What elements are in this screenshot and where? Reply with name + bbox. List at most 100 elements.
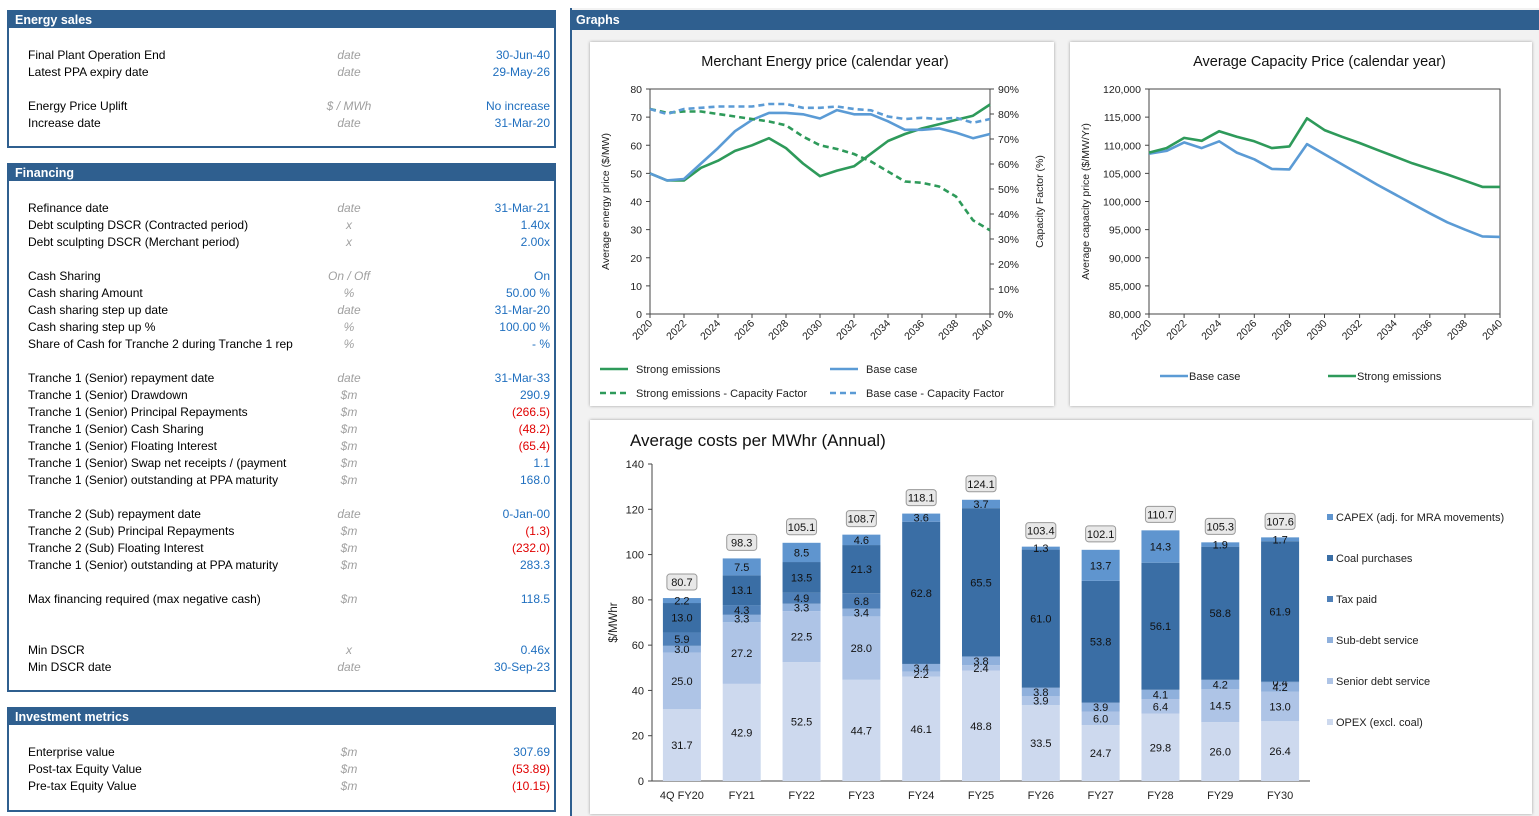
x-tick-label: 2024: [1199, 318, 1224, 343]
bar-data-label: 3.4: [854, 608, 869, 620]
row-value: (53.89): [511, 762, 550, 776]
y2-tick-label: 80%: [998, 109, 1019, 121]
chart-title: Average Capacity Price (calendar year): [1193, 54, 1446, 70]
x-tick-label: 2034: [868, 318, 893, 343]
y-tick-label: 140: [626, 459, 644, 471]
y-tick-label: 100,000: [1103, 197, 1141, 209]
x-tick-label: 2032: [1340, 318, 1365, 343]
data-row: Energy Price Uplift $ / MWh No increase: [9, 98, 554, 115]
row-value: 30-Jun-40: [495, 48, 550, 62]
chart-title: Merchant Energy price (calendar year): [701, 54, 948, 70]
legend-swatch: [1327, 637, 1333, 643]
row-unit: date: [337, 201, 361, 215]
energy-price-chart: Merchant Energy price (calendar year) 0 10…: [600, 54, 1046, 400]
data-row: Post-tax Equity Value $m (53.89): [9, 761, 554, 778]
y-tick-label: 20: [630, 253, 642, 265]
row-value: (48.2): [518, 422, 550, 436]
x-tick-label: FY23: [848, 790, 874, 802]
y-tick-label: 30: [630, 225, 642, 237]
row-value: 118.5: [520, 592, 550, 606]
x-tick-label: 2034: [1375, 318, 1400, 343]
bar-data-label: 27.2: [731, 648, 752, 660]
bar-data-label: 22.5: [791, 632, 812, 644]
x-tick-label: 2022: [1164, 318, 1189, 343]
series-line: [649, 103, 991, 182]
row-label: Increase date: [28, 116, 101, 130]
y-tick-label: 60: [632, 640, 644, 652]
x-tick-label: 2038: [936, 318, 961, 343]
bar-data-label: 14.3: [1150, 542, 1171, 554]
row-unit: x: [346, 643, 352, 657]
bar-data-label: 13.1: [731, 585, 752, 597]
y-tick-label: 120,000: [1103, 84, 1141, 96]
plot-area: [1148, 88, 1501, 315]
bar-data-label: 13.7: [1090, 560, 1111, 572]
y-tick-label: 110,000: [1104, 140, 1141, 152]
x-tick-label: 2032: [834, 318, 859, 343]
bar-data-label: 3.4: [914, 663, 929, 675]
row-label: Debt sculpting DSCR (Contracted period): [28, 218, 249, 232]
y-tick-label: 80,000: [1109, 309, 1141, 321]
row-value: 290.9: [519, 388, 550, 402]
row-unit: date: [337, 660, 361, 674]
legend-label: CAPEX (adj. for MRA movements): [1336, 512, 1504, 524]
row-value: 31-Mar-20: [494, 303, 550, 317]
row-unit: $m: [340, 592, 358, 606]
series-line: [1148, 117, 1500, 189]
bar-data-label: 3.7: [973, 499, 988, 511]
y-tick-label: 90,000: [1109, 253, 1141, 265]
total-label: 98.3: [731, 537, 752, 549]
chart-title: Average costs per MWhr (Annual): [630, 431, 886, 450]
x-tick-label: 2020: [630, 318, 655, 343]
data-row: Min DSCR date date 30-Sep-23: [9, 659, 554, 676]
x-tick-label: 2036: [902, 318, 927, 343]
legend-swatch: [1327, 719, 1333, 725]
data-row: Tranche 1 (Senior) outstanding at PPA ma…: [9, 557, 554, 574]
row-unit: %: [343, 320, 355, 334]
bar-data-label: 48.8: [970, 721, 991, 733]
investment-panel: Investment metrics Enterprise value $m 307…: [7, 707, 556, 812]
total-label: 105.1: [788, 522, 816, 534]
row-label: Tranche 2 (Sub) Floating Interest: [28, 541, 204, 555]
bar-data-label: 1.7: [1272, 534, 1287, 546]
row-label: Cash sharing step up date: [28, 303, 169, 317]
y-tick-label: 105,000: [1103, 168, 1141, 180]
y-tick-label: 115,000: [1104, 112, 1141, 124]
bar-data-label: 26.0: [1210, 747, 1231, 759]
data-row: Increase date date 31-Mar-20: [9, 115, 554, 132]
data-row: Tranche 1 (Senior) Cash Sharing $m (48.2): [9, 421, 554, 438]
y-tick-label: 40: [632, 685, 644, 697]
row-value: (266.5): [511, 405, 550, 419]
total-label: 124.1: [967, 479, 995, 491]
row-value: No increase: [485, 99, 550, 113]
bar-data-label: 3.9: [1093, 702, 1108, 714]
row-unit: $m: [340, 388, 358, 402]
x-tick-label: 2026: [1234, 318, 1259, 343]
data-row: Tranche 2 (Sub) Floating Interest $m (232.…: [9, 540, 554, 557]
x-tick-label: 2040: [970, 318, 995, 343]
row-label: Latest PPA expiry date: [28, 65, 149, 79]
row-label: Tranche 1 (Senior) Principal Repayments: [28, 405, 248, 419]
bar-data-label: 13.0: [671, 613, 692, 625]
bar-data-label: 4.6: [854, 535, 869, 547]
bar-data-label: 25.0: [671, 676, 692, 688]
row-unit: x: [346, 235, 352, 249]
data-row: Enterprise value $m 307.69: [9, 744, 554, 761]
capacity-price-chart: Average Capacity Price (calendar year) 80…: [1080, 54, 1505, 383]
bar-data-label: 3.6: [914, 513, 929, 525]
y-tick-label: 120: [626, 504, 644, 516]
bar-data-label: 44.7: [851, 725, 872, 737]
row-value: (1.3): [525, 524, 550, 538]
bar-data-label: 2.2: [674, 596, 689, 608]
total-label: 107.6: [1266, 516, 1294, 528]
data-row: Tranche 2 (Sub) Principal Repayments $m (1…: [9, 523, 554, 540]
y2-tick-label: 0%: [998, 309, 1013, 321]
row-unit: $m: [340, 422, 358, 436]
row-value: 283.3: [519, 558, 550, 572]
series-line: [649, 108, 991, 182]
y-tick-label: 100: [626, 550, 644, 562]
bar-data-label: 3.8: [973, 656, 988, 668]
data-row: Final Plant Operation End date 30-Jun-40: [9, 47, 554, 64]
row-unit: $m: [340, 524, 358, 538]
row-unit: $m: [340, 473, 358, 487]
